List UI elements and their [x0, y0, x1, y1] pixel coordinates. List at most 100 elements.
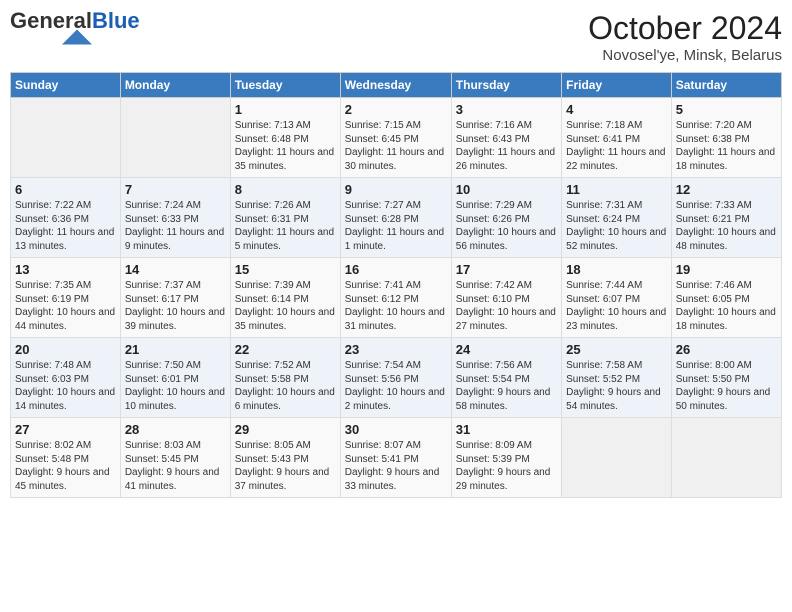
calendar-cell: 23Sunrise: 7:54 AM Sunset: 5:56 PM Dayli…: [340, 338, 451, 418]
cell-info: Sunrise: 7:48 AM Sunset: 6:03 PM Dayligh…: [15, 359, 116, 413]
calendar-cell: [11, 98, 121, 178]
day-number: 11: [566, 182, 667, 197]
calendar-cell: 31Sunrise: 8:09 AM Sunset: 5:39 PM Dayli…: [451, 418, 561, 498]
day-number: 1: [235, 102, 336, 117]
day-number: 23: [345, 342, 447, 357]
day-number: 15: [235, 262, 336, 277]
days-row: Sunday Monday Tuesday Wednesday Thursday…: [11, 73, 782, 98]
calendar-cell: 4 Sunrise: 7:18 AM Sunset: 6:41 PM Daylig…: [562, 98, 672, 178]
cell-info: Sunrise: 8:05 AM Sunset: 5:43 PM Dayligh…: [235, 439, 336, 493]
cell-info: Sunrise: 7:35 AM Sunset: 6:19 PM Dayligh…: [15, 279, 116, 333]
day-number: 3: [456, 102, 557, 117]
cell-info: Sunrise: 7:37 AM Sunset: 6:17 PM Dayligh…: [125, 279, 226, 333]
calendar-container: GeneralBlue October 2024 Novosel'ye, Min…: [0, 0, 792, 508]
calendar-cell: 6 Sunrise: 7:22 AM Sunset: 6:36 PM Daylig…: [11, 178, 121, 258]
day-number: 28: [125, 422, 226, 437]
calendar-cell: 1 Sunrise: 7:13 AM Sunset: 6:48 PM Daylig…: [230, 98, 340, 178]
cell-info: Sunrise: 7:41 AM Sunset: 6:12 PM Dayligh…: [345, 279, 447, 333]
calendar-cell: 11Sunrise: 7:31 AM Sunset: 6:24 PM Dayli…: [562, 178, 672, 258]
cell-info: Sunrise: 7:15 AM Sunset: 6:45 PM Dayligh…: [345, 119, 447, 173]
calendar-cell: [562, 418, 672, 498]
day-number: 21: [125, 342, 226, 357]
calendar-cell: 16 Sunrise: 7:41 AM Sunset: 6:12 PM Dayli…: [340, 258, 451, 338]
header-monday: Monday: [120, 73, 230, 98]
day-number: 30: [345, 422, 447, 437]
day-number: 7: [125, 182, 226, 197]
cell-info: Sunrise: 8:09 AM Sunset: 5:39 PM Dayligh…: [456, 439, 557, 493]
day-number: 26: [676, 342, 777, 357]
cell-info: Sunrise: 7:52 AM Sunset: 5:58 PM Dayligh…: [235, 359, 336, 413]
day-number: 27: [15, 422, 116, 437]
calendar-cell: 2 Sunrise: 7:15 AM Sunset: 6:45 PM Daylig…: [340, 98, 451, 178]
calendar-cell: [120, 98, 230, 178]
logo-icon: [62, 28, 92, 46]
calendar-cell: 25Sunrise: 7:58 AM Sunset: 5:52 PM Dayli…: [562, 338, 672, 418]
logo: GeneralBlue: [10, 10, 140, 46]
cell-info: Sunrise: 7:18 AM Sunset: 6:41 PM Dayligh…: [566, 119, 667, 173]
cell-info: Sunrise: 7:29 AM Sunset: 6:26 PM Dayligh…: [456, 199, 557, 253]
cell-info: Sunrise: 7:46 AM Sunset: 6:05 PM Dayligh…: [676, 279, 777, 333]
day-number: 4: [566, 102, 667, 117]
calendar-cell: 8Sunrise: 7:26 AM Sunset: 6:31 PM Daylig…: [230, 178, 340, 258]
calendar-cell: 18Sunrise: 7:44 AM Sunset: 6:07 PM Dayli…: [562, 258, 672, 338]
calendar-cell: 5 Sunrise: 7:20 AM Sunset: 6:38 PM Daylig…: [671, 98, 781, 178]
header-wednesday: Wednesday: [340, 73, 451, 98]
day-number: 6: [15, 182, 116, 197]
calendar-week-1: 1 Sunrise: 7:13 AM Sunset: 6:48 PM Daylig…: [11, 98, 782, 178]
cell-info: Sunrise: 7:39 AM Sunset: 6:14 PM Dayligh…: [235, 279, 336, 333]
cell-info: Sunrise: 8:07 AM Sunset: 5:41 PM Dayligh…: [345, 439, 447, 493]
calendar-cell: 27 Sunrise: 8:02 AM Sunset: 5:48 PM Dayli…: [11, 418, 121, 498]
calendar-week-3: 13 Sunrise: 7:35 AM Sunset: 6:19 PM Dayli…: [11, 258, 782, 338]
header-thursday: Thursday: [451, 73, 561, 98]
calendar-cell: 19 Sunrise: 7:46 AM Sunset: 6:05 PM Dayli…: [671, 258, 781, 338]
calendar-cell: 14Sunrise: 7:37 AM Sunset: 6:17 PM Dayli…: [120, 258, 230, 338]
header-sunday: Sunday: [11, 73, 121, 98]
calendar-cell: 10Sunrise: 7:29 AM Sunset: 6:26 PM Dayli…: [451, 178, 561, 258]
header-saturday: Saturday: [671, 73, 781, 98]
month-title: October 2024: [588, 10, 782, 47]
day-number: 24: [456, 342, 557, 357]
day-number: 16: [345, 262, 447, 277]
cell-info: Sunrise: 7:44 AM Sunset: 6:07 PM Dayligh…: [566, 279, 667, 333]
calendar-cell: 3 Sunrise: 7:16 AM Sunset: 6:43 PM Daylig…: [451, 98, 561, 178]
day-number: 20: [15, 342, 116, 357]
cell-info: Sunrise: 8:03 AM Sunset: 5:45 PM Dayligh…: [125, 439, 226, 493]
calendar-cell: 22 Sunrise: 7:52 AM Sunset: 5:58 PM Dayli…: [230, 338, 340, 418]
cell-info: Sunrise: 7:26 AM Sunset: 6:31 PM Dayligh…: [235, 199, 336, 253]
logo-label: GeneralBlue: [10, 10, 140, 46]
cell-info: Sunrise: 8:02 AM Sunset: 5:48 PM Dayligh…: [15, 439, 116, 493]
location: Novosel'ye, Minsk, Belarus: [588, 47, 782, 64]
calendar-cell: 9Sunrise: 7:27 AM Sunset: 6:28 PM Daylig…: [340, 178, 451, 258]
cell-info: Sunrise: 8:00 AM Sunset: 5:50 PM Dayligh…: [676, 359, 777, 413]
cell-info: Sunrise: 7:50 AM Sunset: 6:01 PM Dayligh…: [125, 359, 226, 413]
header: GeneralBlue October 2024 Novosel'ye, Min…: [10, 10, 782, 64]
cell-info: Sunrise: 7:58 AM Sunset: 5:52 PM Dayligh…: [566, 359, 667, 413]
day-number: 12: [676, 182, 777, 197]
day-number: 2: [345, 102, 447, 117]
day-number: 19: [676, 262, 777, 277]
calendar-cell: 24 Sunrise: 7:56 AM Sunset: 5:54 PM Dayli…: [451, 338, 561, 418]
calendar-cell: 26 Sunrise: 8:00 AM Sunset: 5:50 PM Dayli…: [671, 338, 781, 418]
cell-info: Sunrise: 7:20 AM Sunset: 6:38 PM Dayligh…: [676, 119, 777, 173]
calendar-cell: 28 Sunrise: 8:03 AM Sunset: 5:45 PM Dayli…: [120, 418, 230, 498]
cell-info: Sunrise: 7:56 AM Sunset: 5:54 PM Dayligh…: [456, 359, 557, 413]
day-number: 9: [345, 182, 447, 197]
header-friday: Friday: [562, 73, 672, 98]
calendar-cell: [671, 418, 781, 498]
calendar-cell: 21 Sunrise: 7:50 AM Sunset: 6:01 PM Dayli…: [120, 338, 230, 418]
cell-info: Sunrise: 7:13 AM Sunset: 6:48 PM Dayligh…: [235, 119, 336, 173]
cell-info: Sunrise: 7:16 AM Sunset: 6:43 PM Dayligh…: [456, 119, 557, 173]
cell-info: Sunrise: 7:22 AM Sunset: 6:36 PM Dayligh…: [15, 199, 116, 253]
cell-info: Sunrise: 7:42 AM Sunset: 6:10 PM Dayligh…: [456, 279, 557, 333]
day-number: 5: [676, 102, 777, 117]
day-number: 22: [235, 342, 336, 357]
calendar-table: Sunday Monday Tuesday Wednesday Thursday…: [10, 72, 782, 498]
calendar-cell: 13 Sunrise: 7:35 AM Sunset: 6:19 PM Dayli…: [11, 258, 121, 338]
day-number: 29: [235, 422, 336, 437]
day-number: 13: [15, 262, 116, 277]
day-number: 17: [456, 262, 557, 277]
calendar-week-2: 6 Sunrise: 7:22 AM Sunset: 6:36 PM Daylig…: [11, 178, 782, 258]
calendar-cell: 17 Sunrise: 7:42 AM Sunset: 6:10 PM Dayli…: [451, 258, 561, 338]
cell-info: Sunrise: 7:24 AM Sunset: 6:33 PM Dayligh…: [125, 199, 226, 253]
calendar-cell: 7 Sunrise: 7:24 AM Sunset: 6:33 PM Daylig…: [120, 178, 230, 258]
